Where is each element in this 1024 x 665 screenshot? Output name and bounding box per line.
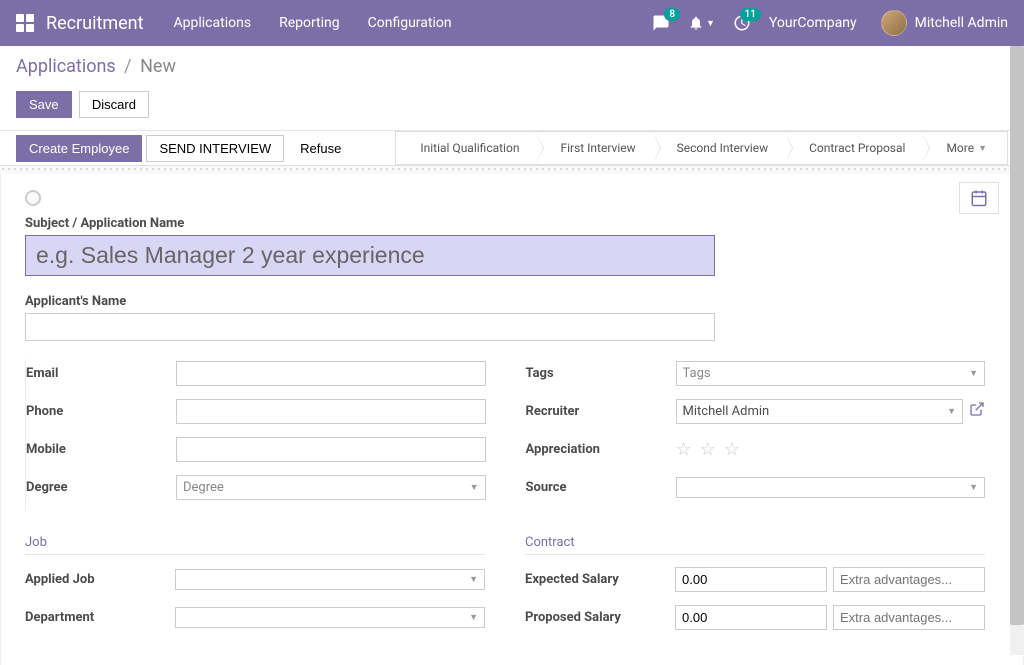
stage-contract-proposal[interactable]: Contract Proposal (785, 131, 922, 165)
app-brand[interactable]: Recruitment (46, 13, 144, 34)
source-select[interactable]: ▼ (676, 477, 986, 498)
nav-reporting[interactable]: Reporting (279, 15, 340, 31)
subject-label: Subject / Application Name (25, 216, 985, 231)
avatar (881, 10, 907, 36)
tags-label: Tags (526, 366, 676, 381)
messaging-icon[interactable]: 8 (652, 14, 670, 32)
company-selector[interactable]: YourCompany (769, 15, 857, 31)
email-label: Email (26, 366, 176, 381)
status-stages: Initial Qualification First Interview Se… (395, 131, 1024, 165)
discard-button[interactable]: Discard (79, 91, 149, 118)
expected-salary-input[interactable] (675, 567, 827, 592)
appreciation-label: Appreciation (526, 442, 676, 457)
applicant-label: Applicant's Name (25, 294, 985, 309)
contract-section-title: Contract (525, 535, 985, 555)
phone-input[interactable] (176, 399, 486, 424)
department-label: Department (25, 610, 175, 625)
department-select[interactable]: ▼ (175, 607, 485, 628)
breadcrumb-current: New (140, 56, 176, 77)
degree-label: Degree (26, 480, 176, 495)
activities-badge: 11 (740, 8, 761, 21)
breadcrumb-bar: Applications / New (0, 46, 1024, 85)
create-employee-button[interactable]: Create Employee (16, 135, 142, 162)
form-content: Subject / Application Name Applicant's N… (0, 174, 1024, 665)
stage-second-interview[interactable]: Second Interview (653, 131, 785, 165)
user-name: Mitchell Admin (915, 15, 1008, 31)
recruiter-label: Recruiter (526, 404, 676, 419)
stage-more[interactable]: More▼ (922, 131, 1008, 165)
kanban-state-circle[interactable] (25, 190, 41, 206)
messaging-badge: 8 (664, 8, 680, 21)
expected-salary-extra-input[interactable] (833, 567, 985, 592)
scrollbar[interactable] (1010, 46, 1024, 655)
recruiter-select[interactable]: Mitchell Admin▼ (676, 399, 964, 424)
star-2[interactable]: ☆ (700, 439, 716, 460)
nav-configuration[interactable]: Configuration (368, 15, 452, 31)
proposed-salary-label: Proposed Salary (525, 610, 675, 625)
breadcrumb: Applications / New (16, 56, 1008, 77)
phone-label: Phone (26, 404, 176, 419)
job-section-title: Job (25, 535, 485, 555)
expected-salary-label: Expected Salary (525, 572, 675, 587)
save-button[interactable]: Save (16, 91, 72, 118)
notifications-icon[interactable]: ▼ (688, 15, 715, 31)
send-interview-button[interactable]: SEND INTERVIEW (146, 135, 284, 162)
mobile-input[interactable] (176, 437, 486, 462)
action-row: Save Discard (0, 85, 1024, 131)
apps-icon[interactable] (16, 14, 34, 32)
external-link-icon[interactable] (969, 401, 985, 421)
nav-applications[interactable]: Applications (174, 15, 252, 31)
tags-select[interactable]: Tags▼ (676, 361, 986, 386)
applied-job-label: Applied Job (25, 572, 175, 587)
proposed-salary-extra-input[interactable] (833, 605, 985, 630)
degree-select[interactable]: Degree▼ (176, 475, 486, 500)
subject-input[interactable] (25, 235, 715, 276)
star-1[interactable]: ☆ (676, 439, 692, 460)
activities-icon[interactable]: 11 (733, 14, 751, 32)
applied-job-select[interactable]: ▼ (175, 569, 485, 590)
top-navbar: Recruitment Applications Reporting Confi… (0, 0, 1024, 46)
applicant-input[interactable] (25, 313, 715, 341)
dotted-separator (0, 166, 1024, 174)
email-input[interactable] (176, 361, 486, 386)
statusbar: Create Employee SEND INTERVIEW Refuse In… (0, 131, 1024, 166)
refuse-button[interactable]: Refuse (288, 136, 353, 161)
proposed-salary-input[interactable] (675, 605, 827, 630)
breadcrumb-separator: / (124, 56, 131, 77)
stage-first-interview[interactable]: First Interview (536, 131, 652, 165)
breadcrumb-parent[interactable]: Applications (16, 56, 116, 77)
star-3[interactable]: ☆ (724, 439, 740, 460)
calendar-icon[interactable] (959, 182, 999, 214)
stage-initial-qualification[interactable]: Initial Qualification (395, 131, 536, 165)
mobile-label: Mobile (26, 442, 176, 457)
user-menu[interactable]: Mitchell Admin (881, 10, 1008, 36)
source-label: Source (526, 480, 676, 495)
